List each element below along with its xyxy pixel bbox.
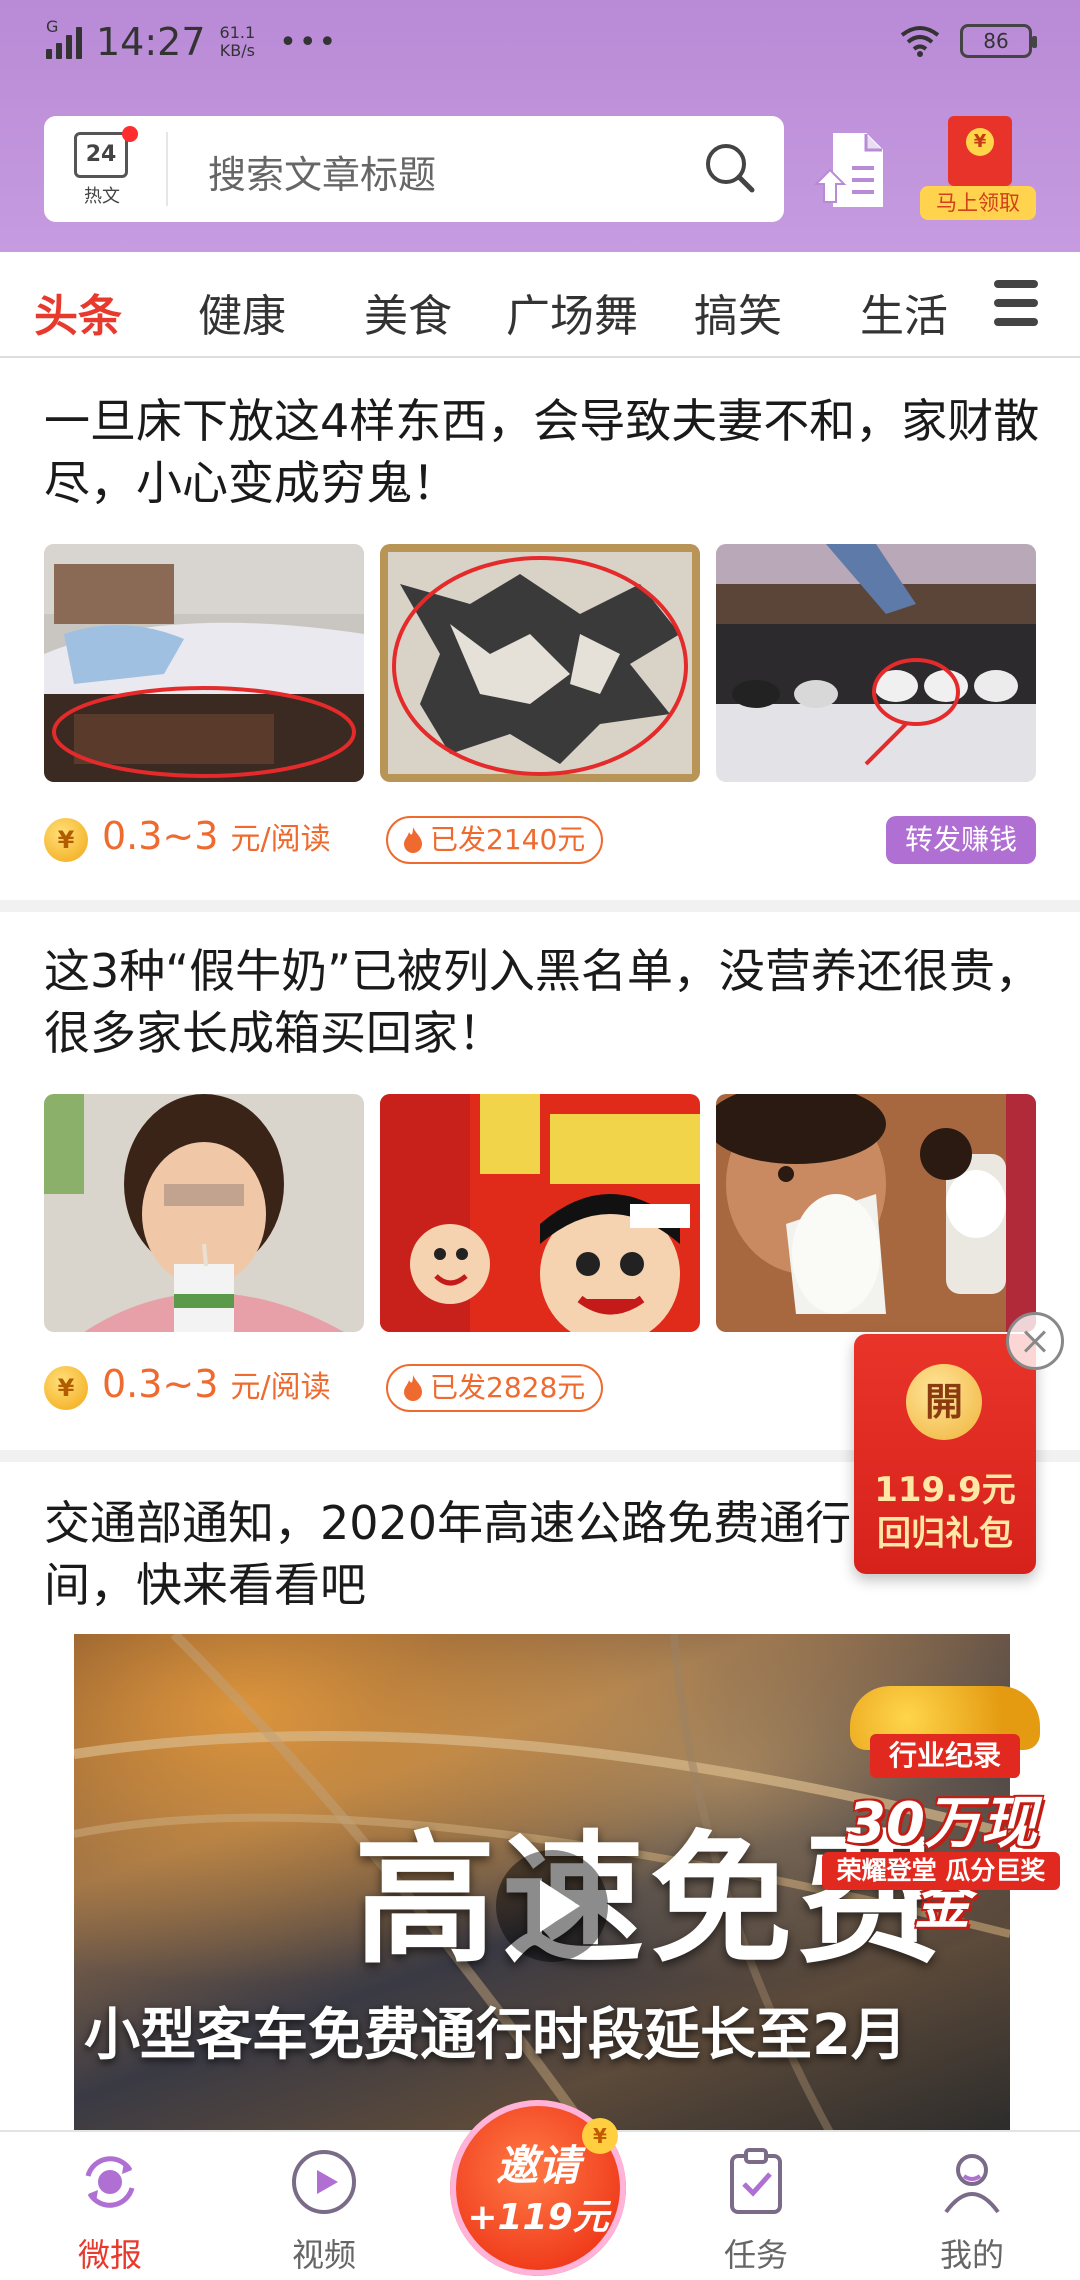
article-title[interactable]: 一旦床下放这4样东西，会导致夫妻不和，家财散尽，小心变成穷鬼！	[44, 390, 1044, 514]
article-thumbnail[interactable]	[380, 544, 700, 782]
flame-icon	[404, 827, 422, 853]
article-thumbnail[interactable]	[380, 1094, 700, 1332]
article-thumbnail[interactable]	[44, 1094, 364, 1332]
tab-headlines[interactable]: 头条	[34, 280, 122, 344]
signal-icon: G	[46, 17, 82, 59]
status-bar: G 14:27 61.1 KB/s ••• 86	[0, 0, 1080, 84]
coin-icon: ¥	[44, 818, 88, 862]
menu-icon[interactable]	[994, 280, 1038, 326]
video-play-icon	[292, 2150, 356, 2214]
return-gift-redpacket[interactable]: 開 119.9元 回归礼包	[854, 1334, 1036, 1574]
tab-funny[interactable]: 搞笑	[694, 280, 782, 344]
search-input[interactable]: 搜索文章标题	[208, 144, 436, 199]
clock: 14:27	[96, 20, 206, 64]
invite-button[interactable]: 邀请 +119元 ¥	[450, 2100, 626, 2276]
refresh-icon	[85, 2156, 135, 2208]
search-bar[interactable]: 24 热文 搜索文章标题	[44, 116, 784, 222]
reward-rate: 0.3~3 元/阅读	[102, 814, 331, 858]
user-icon	[944, 2154, 1000, 2214]
sent-badge: 已发2828元	[386, 1364, 604, 1412]
claim-redpacket-button[interactable]: ¥ 马上领取	[920, 116, 1036, 220]
red-envelope-icon: ¥	[948, 116, 1012, 186]
nav-item-weibao[interactable]: 微报	[50, 2146, 170, 2276]
tab-life[interactable]: 生活	[860, 280, 948, 344]
publish-article-icon[interactable]	[812, 128, 892, 212]
video-caption: 小型客车免费通行时段延长至2月	[84, 2003, 907, 2068]
calendar-icon: 24	[74, 132, 128, 178]
nav-item-tasks[interactable]: 任务	[696, 2146, 816, 2276]
divider	[0, 900, 1080, 912]
hot-articles-button[interactable]: 24 热文	[74, 126, 138, 207]
article-title[interactable]: 交通部通知，2020年高速公路免费通行时间，快来看看吧	[44, 1492, 904, 1616]
more-notifications-icon: •••	[279, 24, 339, 60]
battery-icon: 86	[960, 24, 1037, 58]
tab-food[interactable]: 美食	[364, 280, 452, 344]
share-earn-button[interactable]: 转发赚钱	[886, 816, 1036, 864]
clipboard-check-icon	[730, 2148, 782, 2214]
category-tabs: 头条 健康 美食 广场舞 搞笑 生活	[0, 252, 1080, 358]
cash-promo-badge[interactable]: 行业纪录 30万现金 荣耀登堂 瓜分巨奖	[822, 1686, 1060, 1937]
flame-icon	[404, 1375, 422, 1401]
open-coin-icon: 開	[906, 1364, 982, 1440]
article-title[interactable]: 这3种“假牛奶”已被列入黑名单，没营养还很贵，很多家长成箱买回家！	[44, 940, 1044, 1064]
article-card[interactable]: 一旦床下放这4样东西，会导致夫妻不和，家财散尽，小心变成穷鬼！ ¥ 0.3~3 …	[0, 360, 1080, 900]
header: G 14:27 61.1 KB/s ••• 86 24 热文 搜索文章标题 ¥ …	[0, 0, 1080, 252]
reward-rate: 0.3~3 元/阅读	[102, 1362, 331, 1406]
tab-square-dance[interactable]: 广场舞	[506, 280, 638, 344]
wifi-icon	[900, 26, 940, 57]
notification-dot	[122, 126, 138, 142]
article-thumbnail[interactable]	[716, 544, 1036, 782]
search-icon[interactable]	[702, 140, 758, 196]
nav-item-me[interactable]: 我的	[912, 2146, 1032, 2276]
tab-health[interactable]: 健康	[198, 280, 286, 344]
network-speed: 61.1 KB/s	[219, 23, 256, 60]
close-icon[interactable]	[1006, 1312, 1064, 1370]
coin-icon: ¥	[582, 2118, 618, 2154]
play-icon[interactable]	[496, 1850, 608, 1962]
sent-badge: 已发2140元	[386, 816, 604, 864]
nav-item-video[interactable]: 视频	[264, 2146, 384, 2276]
coin-icon: ¥	[44, 1366, 88, 1410]
divider	[166, 132, 168, 206]
article-thumbnail[interactable]	[44, 544, 364, 782]
article-thumbnail[interactable]	[716, 1094, 1036, 1332]
app-screen: G 14:27 61.1 KB/s ••• 86 24 热文 搜索文章标题 ¥ …	[0, 0, 1080, 2280]
